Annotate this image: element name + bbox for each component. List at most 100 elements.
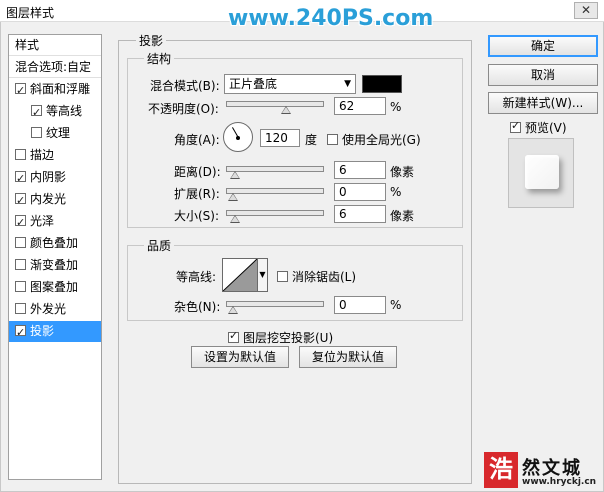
spread-input[interactable]: 0 — [334, 183, 386, 201]
size-unit: 像素 — [390, 209, 415, 223]
blend-mode-value: 正片叠底 — [229, 77, 278, 91]
style-item-label: 投影 — [30, 324, 55, 338]
style-item-label: 描边 — [30, 148, 55, 162]
reset-default-button[interactable]: 复位为默认值 — [299, 346, 397, 368]
styles-header[interactable]: 样式 — [9, 35, 101, 56]
global-light-option[interactable]: 使用全局光(G) — [327, 131, 421, 148]
angle-dial-center — [236, 136, 240, 140]
knockout-label: 图层挖空投影(U) — [243, 331, 334, 345]
style-item-checkbox[interactable] — [15, 237, 26, 248]
angle-input[interactable]: 120 — [260, 129, 300, 147]
preview-label: 预览(V) — [525, 121, 567, 135]
panel-title: 投影 — [136, 32, 167, 49]
ok-button[interactable]: 确定 — [488, 35, 598, 57]
styles-list: 样式 混合选项:自定 斜面和浮雕等高线纹理描边内阴影内发光光泽颜色叠加渐变叠加图… — [8, 34, 102, 480]
style-item-label: 等高线 — [46, 104, 83, 118]
style-item-checkbox[interactable] — [15, 212, 26, 233]
close-button[interactable]: ✕ — [574, 2, 598, 19]
angle-dial[interactable] — [223, 122, 253, 152]
spread-slider[interactable] — [226, 188, 324, 201]
style-item-label: 斜面和浮雕 — [30, 82, 91, 96]
style-item-label: 渐变叠加 — [30, 258, 79, 272]
style-item-label: 内发光 — [30, 192, 67, 206]
style-item-checkbox[interactable] — [15, 80, 26, 101]
style-item[interactable]: 纹理 — [9, 123, 101, 144]
style-item[interactable]: 描边 — [9, 145, 101, 166]
quality-title: 品质 — [144, 237, 175, 254]
style-item[interactable]: 等高线 — [9, 101, 101, 123]
structure-title: 结构 — [144, 50, 175, 67]
style-item[interactable]: 光泽 — [9, 211, 101, 233]
size-input[interactable]: 6 — [334, 205, 386, 223]
style-preview-thumbnail — [508, 138, 574, 208]
style-item[interactable]: 外发光 — [9, 299, 101, 320]
style-item-checkbox[interactable] — [15, 322, 26, 343]
contour-picker[interactable] — [222, 258, 258, 292]
new-style-button[interactable]: 新建样式(W)... — [488, 92, 598, 114]
noise-slider[interactable] — [226, 301, 324, 314]
opacity-slider[interactable] — [226, 101, 324, 114]
preview-option[interactable]: 预览(V) — [510, 119, 567, 136]
opacity-input[interactable]: 62 — [334, 97, 386, 115]
angle-unit: 度 — [305, 133, 318, 147]
contour-label: 等高线: — [176, 270, 217, 284]
noise-input[interactable]: 0 — [334, 296, 386, 314]
style-item[interactable]: 渐变叠加 — [9, 255, 101, 276]
blend-mode-label: 混合模式(B): — [150, 79, 220, 93]
angle-label: 角度(A): — [174, 133, 220, 147]
brand-logo: 浩 然文城 www.hryckj.cn — [484, 452, 604, 492]
style-item[interactable]: 内阴影 — [9, 167, 101, 189]
style-item-checkbox[interactable] — [15, 190, 26, 211]
spread-slider-thumb[interactable] — [228, 193, 238, 201]
blend-mode-select[interactable]: 正片叠底 ▼ — [224, 74, 356, 94]
preview-checkbox[interactable] — [510, 119, 521, 133]
shadow-color-swatch[interactable] — [362, 75, 402, 93]
brand-url: www.hryckj.cn — [522, 477, 597, 487]
style-item-label: 内阴影 — [30, 170, 67, 184]
anti-alias-label: 消除锯齿(L) — [292, 270, 357, 284]
opacity-slider-thumb[interactable] — [281, 106, 291, 114]
style-item-label: 图案叠加 — [30, 280, 79, 294]
distance-slider-thumb[interactable] — [230, 171, 240, 179]
size-slider[interactable] — [226, 210, 324, 223]
distance-unit: 像素 — [390, 165, 415, 179]
style-item[interactable]: 内发光 — [9, 189, 101, 211]
anti-alias-checkbox[interactable] — [277, 271, 288, 282]
opacity-label: 不透明度(O): — [148, 102, 219, 116]
noise-label: 杂色(N): — [174, 300, 221, 314]
make-default-button[interactable]: 设置为默认值 — [191, 346, 289, 368]
style-item[interactable]: 投影 — [9, 321, 101, 343]
distance-input[interactable]: 6 — [334, 161, 386, 179]
style-item[interactable]: 斜面和浮雕 — [9, 79, 101, 101]
distance-slider[interactable] — [226, 166, 324, 179]
style-item-checkbox[interactable] — [15, 149, 26, 160]
contour-dropdown-button[interactable]: ▼ — [258, 258, 268, 292]
style-item-checkbox[interactable] — [15, 259, 26, 270]
chevron-down-icon: ▼ — [259, 270, 266, 279]
anti-alias-option[interactable]: 消除锯齿(L) — [277, 268, 356, 285]
blend-options-item[interactable]: 混合选项:自定 — [9, 57, 101, 78]
style-item-checkbox[interactable] — [31, 102, 42, 123]
style-item[interactable]: 图案叠加 — [9, 277, 101, 298]
style-item-checkbox[interactable] — [31, 127, 42, 138]
global-light-label: 使用全局光(G) — [342, 133, 421, 147]
opacity-unit: % — [390, 100, 402, 114]
style-item-checkbox[interactable] — [15, 303, 26, 314]
noise-slider-thumb[interactable] — [228, 306, 238, 314]
style-item-label: 颜色叠加 — [30, 236, 79, 250]
style-item[interactable]: 颜色叠加 — [9, 233, 101, 254]
spread-unit: % — [390, 185, 402, 199]
close-icon: ✕ — [580, 3, 592, 17]
cancel-button[interactable]: 取消 — [488, 64, 598, 86]
knockout-checkbox[interactable] — [228, 329, 239, 343]
global-light-checkbox[interactable] — [327, 134, 338, 145]
size-slider-thumb[interactable] — [230, 215, 240, 223]
chevron-down-icon: ▼ — [344, 79, 351, 89]
style-item-checkbox[interactable] — [15, 168, 26, 189]
knockout-option[interactable]: 图层挖空投影(U) — [228, 329, 333, 346]
window-title: 图层样式 — [6, 6, 55, 20]
style-item-checkbox[interactable] — [15, 281, 26, 292]
style-item-label: 纹理 — [46, 126, 71, 140]
style-item-label: 光泽 — [30, 214, 55, 228]
brand-mark-icon: 浩 — [484, 452, 518, 488]
